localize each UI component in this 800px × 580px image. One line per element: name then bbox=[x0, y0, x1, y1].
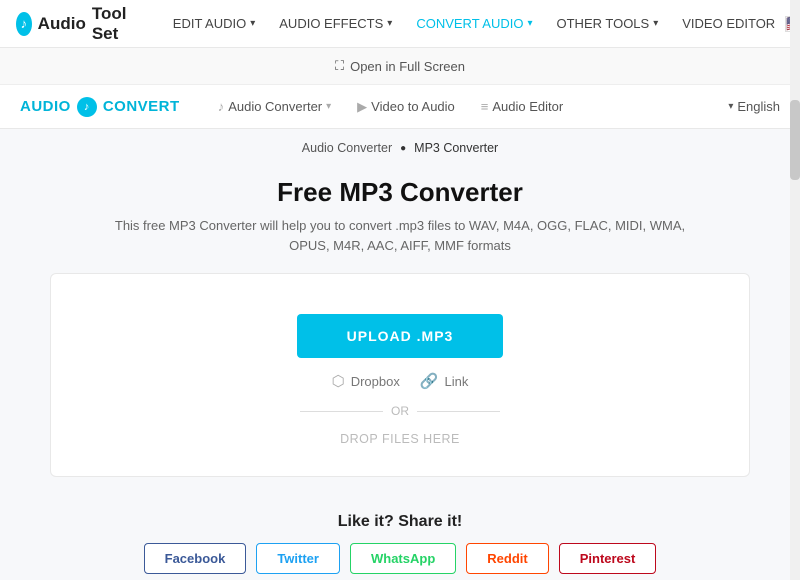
upload-button[interactable]: UPLOAD .MP3 bbox=[297, 314, 504, 358]
nav-other-tools[interactable]: OTHER TOOLS ▾ bbox=[547, 10, 669, 37]
logo-suffix: Tool Set bbox=[92, 4, 135, 44]
nav-edit-audio[interactable]: EDIT AUDIO ▾ bbox=[163, 10, 265, 37]
dropbox-option[interactable]: ⬡ Dropbox bbox=[332, 372, 400, 390]
nav-convert-audio[interactable]: CONVERT AUDIO ▾ bbox=[406, 10, 542, 37]
other-tools-caret-icon: ▾ bbox=[653, 18, 658, 29]
nav-video-editor[interactable]: VIDEO EDITOR bbox=[672, 10, 785, 37]
share-buttons: Facebook Twitter WhatsApp Reddit Pintere… bbox=[20, 543, 780, 574]
breadcrumb-parent[interactable]: Audio Converter bbox=[302, 141, 392, 155]
scrollbar-track[interactable] bbox=[790, 0, 800, 580]
audio-convert-logo[interactable]: AUDIO ♪ CONVERT bbox=[20, 97, 180, 117]
page-title: Free MP3 Converter bbox=[20, 161, 780, 216]
audio-converter-caret-icon: ▾ bbox=[326, 101, 331, 112]
second-nav-video-to-audio[interactable]: ▶ Video to Audio bbox=[347, 94, 465, 120]
logo[interactable]: ♪ Audio Tool Set bbox=[16, 4, 135, 44]
page-wrapper: ♪ Audio Tool Set EDIT AUDIO ▾ AUDIO EFFE… bbox=[0, 0, 800, 580]
link-option[interactable]: 🔗 Link bbox=[420, 372, 469, 390]
fullscreen-icon: ⛶ bbox=[335, 58, 344, 74]
logo-icon: ♪ bbox=[16, 12, 32, 36]
share-title: Like it? Share it! bbox=[20, 513, 780, 531]
second-nav: AUDIO ♪ CONVERT ♪ Audio Converter ▾ ▶ Vi… bbox=[0, 85, 800, 129]
audio-editor-icon: ≡ bbox=[481, 99, 489, 114]
share-twitter-button[interactable]: Twitter bbox=[256, 543, 340, 574]
fullscreen-bar[interactable]: ⛶ Open in Full Screen bbox=[0, 48, 800, 85]
upload-options: ⬡ Dropbox 🔗 Link bbox=[332, 372, 469, 390]
top-nav: ♪ Audio Tool Set EDIT AUDIO ▾ AUDIO EFFE… bbox=[0, 0, 800, 48]
nav-links: EDIT AUDIO ▾ AUDIO EFFECTS ▾ CONVERT AUD… bbox=[163, 10, 785, 37]
fullscreen-label: Open in Full Screen bbox=[350, 59, 465, 74]
share-facebook-button[interactable]: Facebook bbox=[144, 543, 247, 574]
upload-box: UPLOAD .MP3 ⬡ Dropbox 🔗 Link OR DROP FIL… bbox=[50, 273, 750, 477]
main-content: Audio Converter ● MP3 Converter Free MP3… bbox=[0, 129, 800, 580]
share-section: Like it? Share it! Facebook Twitter What… bbox=[20, 495, 780, 580]
video-to-audio-icon: ▶ bbox=[357, 99, 367, 115]
or-divider: OR bbox=[300, 404, 500, 418]
or-text: OR bbox=[391, 404, 409, 418]
nav-audio-effects[interactable]: AUDIO EFFECTS ▾ bbox=[269, 10, 402, 37]
dropbox-label: Dropbox bbox=[351, 374, 400, 389]
breadcrumb-current: MP3 Converter bbox=[414, 141, 498, 155]
convert-audio-caret-icon: ▾ bbox=[527, 18, 532, 29]
audio-converter-icon: ♪ bbox=[218, 99, 225, 114]
breadcrumb-separator: ● bbox=[400, 143, 406, 154]
share-pinterest-button[interactable]: Pinterest bbox=[559, 543, 657, 574]
lang-caret-icon: ▾ bbox=[728, 101, 733, 112]
share-whatsapp-button[interactable]: WhatsApp bbox=[350, 543, 456, 574]
language-selector[interactable]: ▾ English bbox=[728, 99, 780, 114]
share-reddit-button[interactable]: Reddit bbox=[466, 543, 548, 574]
dropbox-icon: ⬡ bbox=[332, 372, 345, 390]
scrollbar-thumb[interactable] bbox=[790, 100, 800, 180]
breadcrumb: Audio Converter ● MP3 Converter bbox=[20, 129, 780, 161]
audio-convert-logo-audio: AUDIO bbox=[20, 98, 71, 115]
link-label: Link bbox=[445, 374, 469, 389]
drop-files-label: DROP FILES HERE bbox=[340, 432, 460, 446]
audio-effects-caret-icon: ▾ bbox=[387, 18, 392, 29]
page-subtitle: This free MP3 Converter will help you to… bbox=[100, 216, 700, 255]
second-nav-links: ♪ Audio Converter ▾ ▶ Video to Audio ≡ A… bbox=[208, 94, 729, 120]
edit-audio-caret-icon: ▾ bbox=[250, 18, 255, 29]
link-icon: 🔗 bbox=[420, 372, 439, 390]
second-nav-audio-editor[interactable]: ≡ Audio Editor bbox=[471, 94, 573, 119]
audio-convert-logo-convert: CONVERT bbox=[103, 98, 180, 115]
second-nav-audio-converter[interactable]: ♪ Audio Converter ▾ bbox=[208, 94, 341, 119]
logo-text: Audio bbox=[38, 14, 86, 34]
audio-convert-logo-icon: ♪ bbox=[77, 97, 97, 117]
language-label: English bbox=[737, 99, 780, 114]
